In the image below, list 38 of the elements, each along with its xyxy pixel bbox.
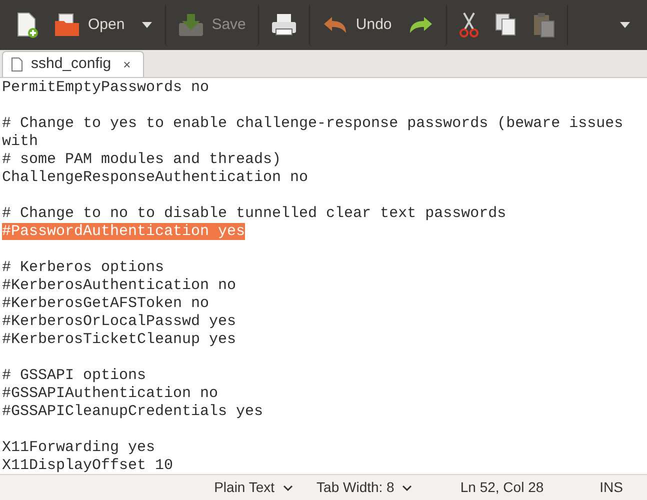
open-button[interactable]: Open (46, 5, 133, 45)
language-dropdown[interactable]: Plain Text (214, 477, 293, 498)
copy-icon (494, 13, 517, 37)
tab-title: sshd_config (31, 54, 112, 74)
clipboard-icon (532, 12, 555, 38)
close-button[interactable]: × (119, 54, 135, 74)
caret-icon (619, 21, 631, 29)
code-line: # Change to no to disable tunnelled clear text passwords (2, 205, 506, 222)
printer-icon (270, 13, 297, 37)
code-line: ChallengeResponseAuthentication no (2, 169, 308, 186)
code-line: #KerberosOrLocalPasswd yes (2, 313, 236, 330)
code-line: # Change to yes to enable challenge-response passwords (beware issues with (2, 115, 624, 150)
code-line: # some PAM modules and threads) (2, 151, 282, 168)
caret-icon (140, 21, 153, 29)
folder-icon (54, 13, 80, 37)
code-line: X11DisplayOffset 10 (2, 457, 174, 474)
undo-arrow-icon (322, 15, 348, 35)
document-icon (11, 57, 23, 72)
save-icon (178, 13, 204, 37)
code-line: PermitEmptyPasswords no (2, 79, 210, 96)
code-line: X11Forwarding yes (2, 439, 156, 456)
code-line: # Kerberos options (2, 259, 164, 276)
code-line: #GSSAPIAuthentication no (2, 385, 218, 402)
chevron-down-icon (402, 484, 412, 490)
new-file-icon (16, 12, 38, 38)
code-line: #KerberosTicketCleanup yes (2, 331, 236, 348)
cursor-position: Ln 52, Col 28 (460, 478, 544, 497)
undo-button[interactable]: Undo (314, 5, 400, 45)
insert-mode: INS (600, 478, 623, 497)
code-line: # GSSAPI options (2, 367, 146, 384)
code-line: #KerberosGetAFSToken no (2, 295, 210, 312)
redo-arrow-icon (408, 15, 434, 35)
chevron-down-icon (282, 484, 293, 490)
code-line: #GSSAPICleanupCredentials yes (2, 403, 264, 420)
tab-width-dropdown[interactable]: Tab Width: 8 (316, 477, 412, 498)
code-line: #KerberosAuthentication no (2, 277, 236, 294)
document-tab[interactable]: sshd_config × (2, 51, 144, 77)
scissors-icon (458, 12, 479, 38)
